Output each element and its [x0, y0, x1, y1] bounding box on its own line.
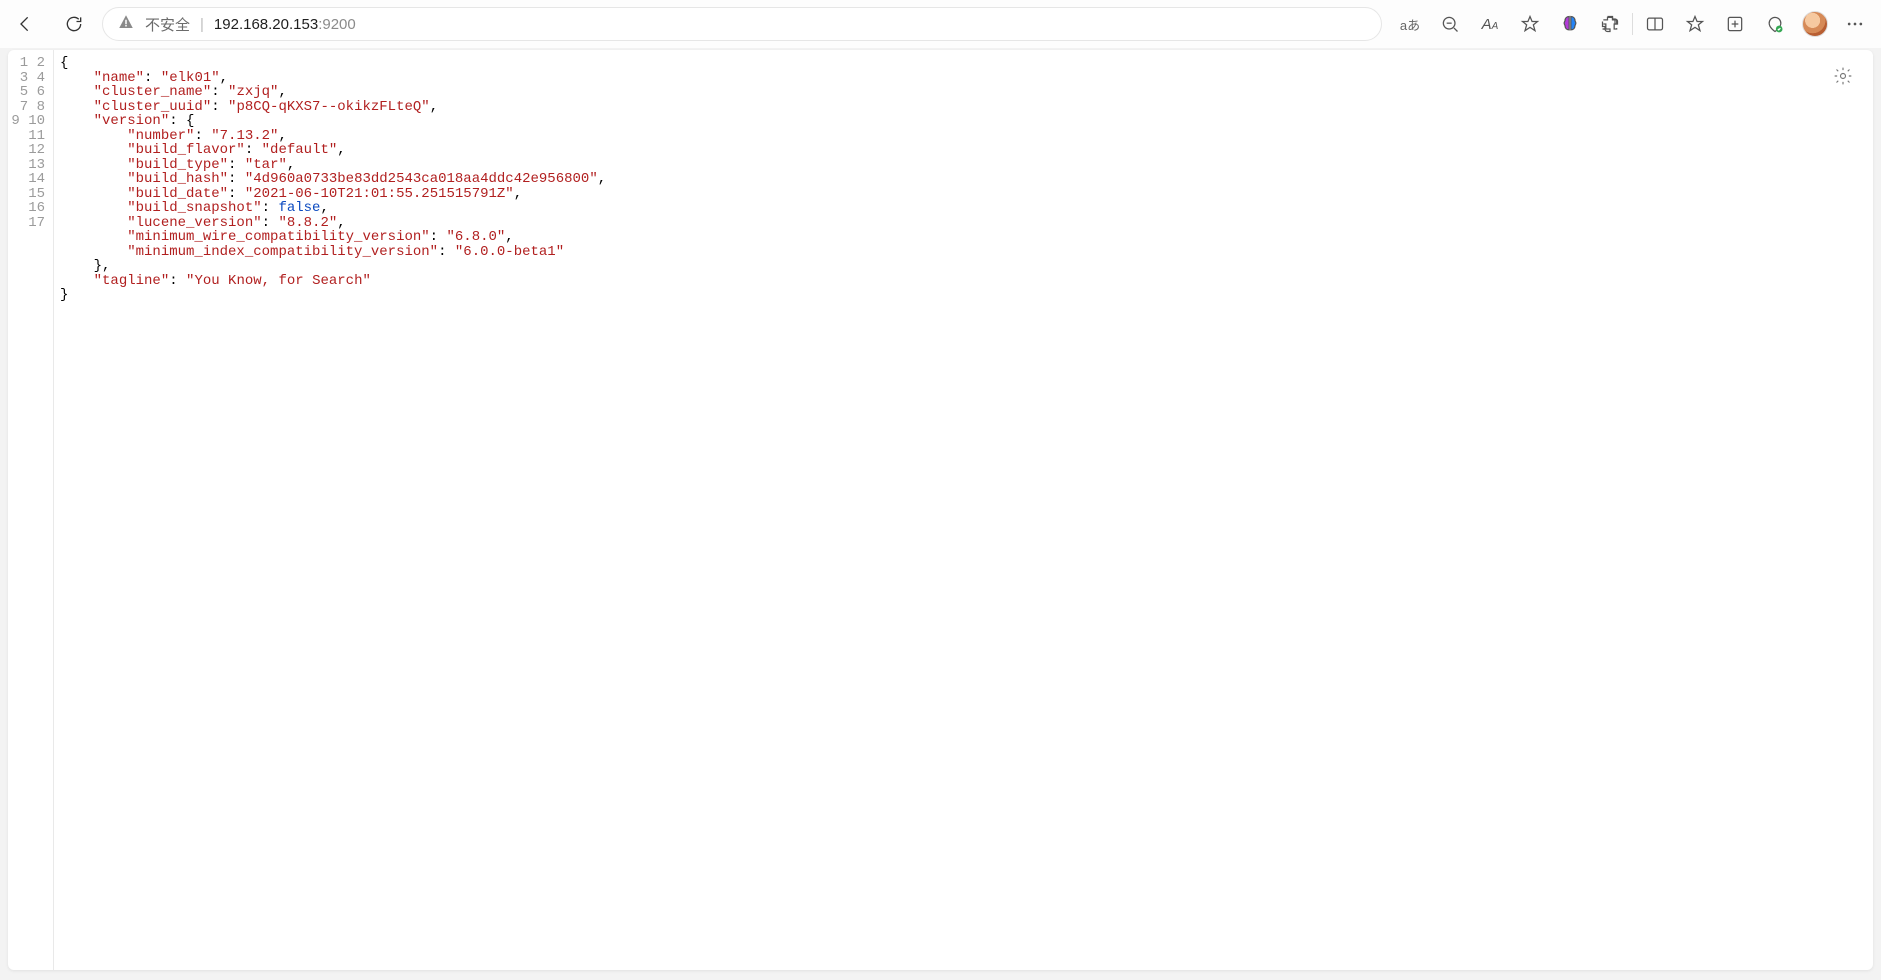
performance-button[interactable]: [1755, 4, 1795, 44]
collections-button[interactable]: [1715, 4, 1755, 44]
favorites-button[interactable]: [1675, 4, 1715, 44]
text-size-button[interactable]: AA: [1470, 4, 1510, 44]
more-button[interactable]: [1835, 4, 1875, 44]
line-number-gutter: 1 2 3 4 5 6 7 8 9 10 11 12 13 14 15 16 1…: [8, 50, 54, 970]
split-screen-button[interactable]: [1635, 4, 1675, 44]
address-bar[interactable]: 不安全 | 192.168.20.153:9200: [102, 7, 1382, 41]
json-settings-icon[interactable]: [1829, 62, 1857, 90]
not-secure-icon: [117, 13, 135, 35]
favorite-button[interactable]: [1510, 4, 1550, 44]
address-host: 192.168.20.153: [214, 16, 318, 33]
brain-extension-icon[interactable]: [1550, 4, 1590, 44]
address-port: :9200: [318, 16, 356, 33]
extensions-button[interactable]: [1590, 4, 1630, 44]
zoom-out-button[interactable]: [1430, 4, 1470, 44]
read-aloud-button[interactable]: aあ: [1390, 4, 1430, 44]
address-separator: |: [200, 16, 204, 33]
avatar-image: [1802, 11, 1828, 37]
not-secure-label: 不安全: [145, 14, 190, 35]
browser-toolbar: 不安全 | 192.168.20.153:9200 aあ AA: [0, 0, 1881, 48]
back-button[interactable]: [6, 4, 46, 44]
page-content: 1 2 3 4 5 6 7 8 9 10 11 12 13 14 15 16 1…: [8, 50, 1873, 970]
profile-avatar[interactable]: [1795, 4, 1835, 44]
json-response-body[interactable]: { "name": "elk01", "cluster_name": "zxjq…: [54, 50, 1873, 970]
reload-button[interactable]: [54, 4, 94, 44]
toolbar-divider: [1632, 13, 1633, 35]
